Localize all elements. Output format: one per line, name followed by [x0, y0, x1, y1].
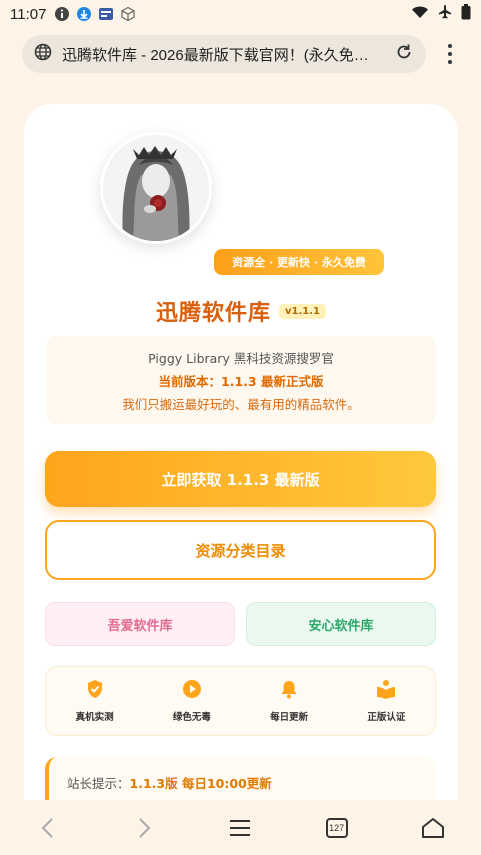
admin-notice: 站长提示：1.1.3版 每日10:00更新 [45, 757, 436, 804]
feature-label: 每日更新 [270, 712, 309, 723]
status-bar: 11:07 [0, 0, 481, 28]
shield-check-icon [86, 679, 104, 703]
forward-button[interactable] [124, 808, 164, 848]
info-icon [54, 6, 70, 22]
feature-item: 每日更新 [249, 679, 329, 723]
feature-label: 真机实测 [75, 712, 114, 723]
notice-prefix: 站长提示： [67, 776, 130, 791]
info-box: Piggy Library 黑科技资源搜罗官 当前版本：1.1.3 最新正式版 … [46, 336, 436, 424]
version-badge: v1.1.1 [279, 303, 326, 319]
main-card: 资源全 · 更新快 · 永久免费 迅腾软件库 v1.1.1 Piggy Libr… [24, 104, 458, 804]
feature-item: 绿色无毒 [152, 679, 232, 723]
home-icon [421, 817, 444, 838]
more-menu-icon[interactable] [440, 40, 460, 68]
download-icon [76, 6, 92, 22]
info-tagline: Piggy Library 黑科技资源搜罗官 [148, 350, 334, 366]
globe-icon [34, 43, 52, 65]
feature-item: 真机实测 [55, 679, 135, 723]
anxin-library-button[interactable]: 安心软件库 [246, 602, 436, 646]
play-circle-icon [182, 679, 202, 703]
get-latest-button[interactable]: 立即获取 1.1.3 最新版 [45, 451, 436, 507]
title-row: 迅腾软件库 v1.1.1 [24, 294, 458, 328]
feature-item: 正版认证 [346, 679, 426, 723]
hamburger-icon [230, 819, 251, 836]
features-bar: 真机实测 绿色无毒 每日更新 正版认证 [45, 666, 436, 736]
home-button[interactable] [413, 808, 453, 848]
page-title: 迅腾软件库 [155, 301, 271, 326]
status-right-icons [411, 4, 471, 24]
chevron-left-icon [41, 817, 53, 838]
avatar [100, 132, 212, 244]
browser-bottom-nav: 127 [0, 800, 481, 855]
notice-highlight: 1.1.3版 每日10:00更新 [129, 776, 272, 791]
bell-icon [280, 679, 298, 703]
cube-icon [120, 6, 136, 22]
wuai-library-button[interactable]: 吾爱软件库 [45, 602, 235, 646]
status-time: 11:07 [10, 5, 47, 23]
tabs-button[interactable]: 127 [317, 808, 357, 848]
back-button[interactable] [28, 808, 68, 848]
feature-label: 正版认证 [367, 712, 406, 723]
tags-badge: 资源全 · 更新快 · 永久免费 [214, 249, 384, 275]
app-notification-icon [98, 6, 114, 22]
info-version: 当前版本：1.1.3 最新正式版 [158, 373, 324, 389]
book-reader-icon [376, 679, 396, 703]
address-bar[interactable]: 迅腾软件库 - 2026最新版下载官网！(永久免… [22, 35, 426, 73]
chevron-right-icon [139, 817, 151, 838]
url-text[interactable]: 迅腾软件库 - 2026最新版下载官网！(永久免… [62, 44, 382, 65]
catalog-button[interactable]: 资源分类目录 [45, 520, 436, 580]
feature-label: 绿色无毒 [172, 712, 211, 723]
wifi-icon [411, 4, 429, 24]
battery-icon [461, 4, 471, 24]
airplane-icon [437, 4, 453, 24]
reload-icon[interactable] [394, 42, 414, 66]
menu-button[interactable] [220, 808, 260, 848]
info-description: 我们只搬运最好玩的、最有用的精品软件。 [122, 396, 360, 412]
tabs-count: 127 [325, 817, 348, 838]
